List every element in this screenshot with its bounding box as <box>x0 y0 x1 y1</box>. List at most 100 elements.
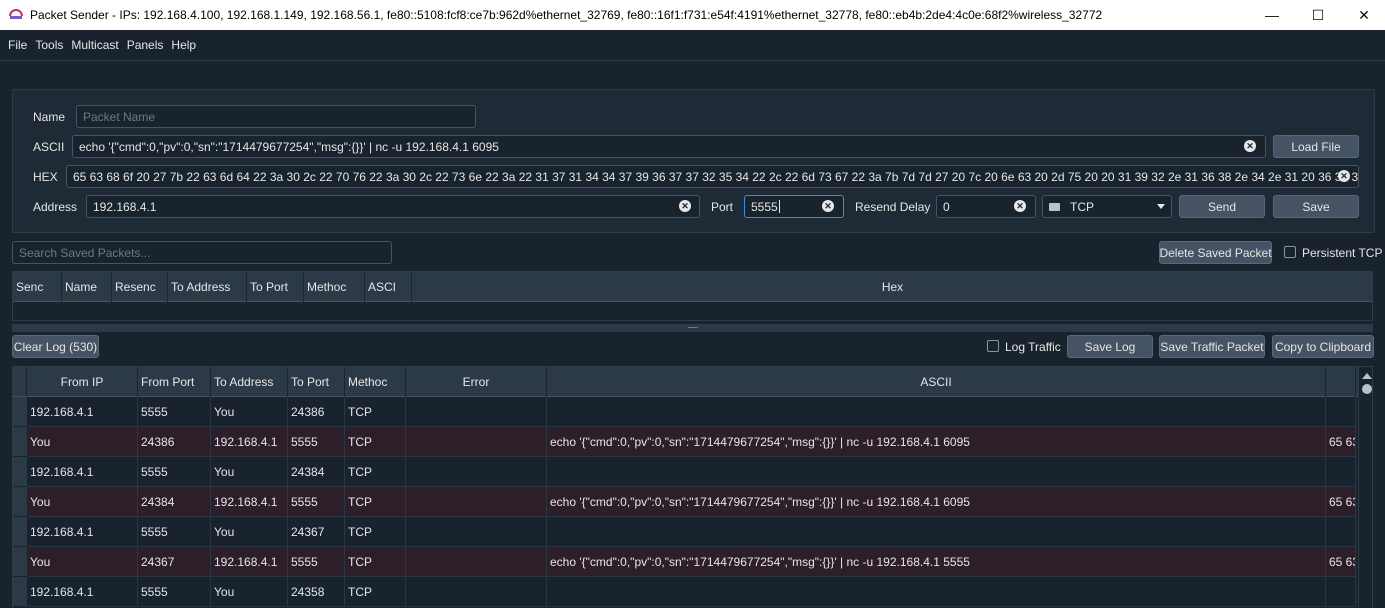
cell-to-port: 24384 <box>288 457 345 487</box>
method-select[interactable]: TCP <box>1042 195 1172 218</box>
hex-input[interactable]: 65 63 68 6f 20 27 7b 22 63 6d 64 22 3a 3… <box>66 165 1359 188</box>
col-ascii[interactable]: ASCII <box>547 367 1326 397</box>
cell-from-ip: 192.168.4.1 <box>27 397 138 427</box>
cell-hex: 65 63 <box>1326 487 1356 517</box>
address-label: Address <box>33 200 78 214</box>
table-row[interactable]: You 24367 192.168.4.1 5555 TCP echo '{"cmd":0… <box>27 547 1356 577</box>
clear-hex-icon[interactable]: ✕ <box>1338 170 1350 182</box>
address-input[interactable]: 192.168.4.1 <box>86 195 700 218</box>
cell-method: TCP <box>345 547 406 577</box>
ascii-input[interactable]: echo '{"cmd":0,"pv":0,"sn":"171447967725… <box>72 135 1266 158</box>
col-error[interactable]: Error <box>406 367 547 397</box>
cell-error <box>406 457 547 487</box>
cell-error <box>406 487 547 517</box>
col-to-address[interactable]: To Address <box>211 367 288 397</box>
col-resend[interactable]: Resenc <box>112 272 168 302</box>
cell-to-address: You <box>211 457 288 487</box>
persistent-tcp-checkbox[interactable] <box>1284 246 1296 258</box>
cell-to-address: You <box>211 517 288 547</box>
save-log-button[interactable]: Save Log <box>1067 335 1153 358</box>
load-file-button[interactable]: Load File <box>1273 135 1359 158</box>
table-row[interactable]: 192.168.4.1 5555 You 24386 TCP <box>27 397 1356 427</box>
cell-ascii: echo '{"cmd":0,"pv":0,"sn":"171447967725… <box>547 487 1326 517</box>
table-row[interactable]: 192.168.4.1 5555 You 24358 TCP <box>27 577 1356 607</box>
row-header[interactable] <box>13 547 27 577</box>
row-header[interactable] <box>13 517 27 547</box>
resend-delay-value: 0 <box>943 199 950 214</box>
copy-to-clipboard-button[interactable]: Copy to Clipboard <box>1272 335 1374 358</box>
col-hex[interactable] <box>1326 367 1356 397</box>
cell-hex <box>1326 577 1356 607</box>
cell-from-port: 24367 <box>138 547 211 577</box>
cell-from-port: 5555 <box>138 457 211 487</box>
name-label: Name <box>33 110 66 124</box>
save-traffic-packet-button[interactable]: Save Traffic Packet <box>1159 335 1265 358</box>
row-header[interactable] <box>13 577 27 607</box>
cell-ascii <box>547 517 1326 547</box>
minimize-button[interactable]: — <box>1249 0 1295 30</box>
row-header[interactable] <box>13 457 27 487</box>
cell-to-address: 192.168.4.1 <box>211 427 288 457</box>
table-row[interactable]: 192.168.4.1 5555 You 24384 TCP <box>27 457 1356 487</box>
menu-panels[interactable]: Panels <box>123 38 168 52</box>
col-method[interactable]: Methoc <box>345 367 406 397</box>
row-header-corner <box>13 367 27 397</box>
maximize-button[interactable]: ☐ <box>1295 0 1341 30</box>
cell-ascii: echo '{"cmd":0,"pv":0,"sn":"171447967725… <box>547 427 1326 457</box>
col-to-address[interactable]: To Address <box>168 272 247 302</box>
cell-ascii: echo '{"cmd":0,"pv":0,"sn":"171447967725… <box>547 547 1326 577</box>
scroll-thumb[interactable] <box>1362 384 1372 394</box>
row-header[interactable] <box>13 427 27 457</box>
col-to-port[interactable]: To Port <box>288 367 345 397</box>
clear-address-icon[interactable]: ✕ <box>679 200 691 212</box>
menu-help[interactable]: Help <box>167 38 200 52</box>
window-title: Packet Sender - IPs: 192.168.4.100, 192.… <box>30 8 1103 22</box>
col-to-port[interactable]: To Port <box>247 272 304 302</box>
col-from-port[interactable]: From Port <box>138 367 211 397</box>
scroll-up-icon[interactable] <box>1362 373 1372 379</box>
search-saved-packets-input[interactable]: Search Saved Packets... <box>12 241 392 264</box>
cell-error <box>406 547 547 577</box>
minimize-icon: — <box>1265 7 1279 23</box>
packet-name-input[interactable]: Packet Name <box>76 105 476 128</box>
delete-saved-packet-button[interactable]: Delete Saved Packet <box>1159 241 1272 264</box>
row-header[interactable] <box>13 487 27 517</box>
col-hex[interactable]: Hex <box>412 272 1372 302</box>
method-select-value: TCP <box>1070 199 1094 214</box>
log-traffic-checkbox[interactable] <box>987 340 999 352</box>
menu-tools[interactable]: Tools <box>31 38 67 52</box>
hex-input-value: 65 63 68 6f 20 27 7b 22 63 6d 64 22 3a 3… <box>73 169 1359 184</box>
cell-to-port: 24386 <box>288 397 345 427</box>
hex-label: HEX <box>33 170 58 184</box>
clear-resend-icon[interactable]: ✕ <box>1014 200 1026 212</box>
menu-file[interactable]: File <box>4 38 31 52</box>
cell-hex <box>1326 517 1356 547</box>
ascii-input-value: echo '{"cmd":0,"pv":0,"sn":"171447967725… <box>79 139 499 154</box>
persistent-tcp-label: Persistent TCP <box>1302 246 1383 260</box>
clear-log-button[interactable]: Clear Log (530) <box>12 335 99 358</box>
cell-from-ip: 192.168.4.1 <box>27 457 138 487</box>
send-button[interactable]: Send <box>1179 195 1265 218</box>
packet-sender-logo-icon <box>8 8 24 21</box>
col-from-ip[interactable]: From IP <box>27 367 138 397</box>
traffic-log-table: From IP From Port To Address To Port Met… <box>12 366 1373 608</box>
save-button[interactable]: Save <box>1273 195 1359 218</box>
col-method[interactable]: Methoc <box>304 272 365 302</box>
row-header[interactable] <box>13 397 27 427</box>
close-button[interactable]: ✕ <box>1341 0 1385 30</box>
clear-port-icon[interactable]: ✕ <box>822 200 834 212</box>
table-row[interactable]: You 24386 192.168.4.1 5555 TCP echo '{"cmd":0… <box>27 427 1356 457</box>
cell-to-port: 5555 <box>288 547 345 577</box>
menu-bar: File Tools Multicast Panels Help <box>0 30 1385 61</box>
table-row[interactable]: 192.168.4.1 5555 You 24367 TCP <box>27 517 1356 547</box>
menu-multicast[interactable]: Multicast <box>67 38 122 52</box>
log-vertical-scrollbar[interactable] <box>1358 367 1372 608</box>
cell-error <box>406 427 547 457</box>
col-name[interactable]: Name <box>62 272 112 302</box>
clear-ascii-icon[interactable]: ✕ <box>1244 140 1256 152</box>
col-ascii[interactable]: ASCI <box>365 272 412 302</box>
col-send[interactable]: Senc <box>13 272 62 302</box>
table-row[interactable]: You 24384 192.168.4.1 5555 TCP echo '{"cmd":0… <box>27 487 1356 517</box>
splitter-handle[interactable] <box>12 324 1373 332</box>
cell-to-address: You <box>211 577 288 607</box>
